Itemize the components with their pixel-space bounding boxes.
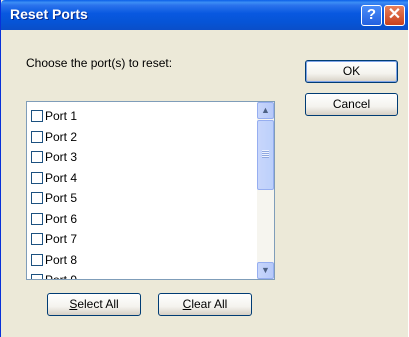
port-label: Port 7: [45, 232, 78, 247]
port-list-item[interactable]: Port 2: [31, 127, 77, 148]
port-checkbox[interactable]: [31, 274, 43, 279]
reset-ports-dialog: Reset Ports ? ✕ Choose the port(s) to re…: [0, 0, 408, 337]
cancel-button[interactable]: Cancel: [305, 93, 398, 116]
clear-all-mnemonic: C: [182, 297, 192, 311]
chevron-up-icon: ▲: [261, 105, 270, 115]
port-list-item[interactable]: Port 7: [31, 229, 77, 250]
scroll-down-button[interactable]: ▼: [257, 262, 274, 279]
port-checkbox[interactable]: [31, 233, 43, 246]
clear-all-label: lear All: [191, 297, 228, 311]
port-checkbox[interactable]: [31, 171, 43, 184]
close-icon: ✕: [387, 6, 402, 23]
port-list-item[interactable]: Port 6: [31, 209, 77, 230]
port-list-item[interactable]: Port 9: [31, 270, 77, 279]
clear-all-button[interactable]: Clear All: [158, 293, 252, 316]
port-list-item[interactable]: Port 4: [31, 168, 77, 189]
port-checkbox[interactable]: [31, 110, 43, 123]
ok-button[interactable]: OK: [305, 60, 398, 83]
grip-icon: [262, 150, 269, 158]
port-list-item[interactable]: Port 5: [31, 188, 77, 209]
scrollbar-thumb[interactable]: [257, 120, 274, 190]
help-icon: ?: [366, 6, 377, 23]
port-label: Port 4: [45, 170, 78, 185]
port-checkbox[interactable]: [31, 192, 43, 205]
prompt-label: Choose the port(s) to reset:: [26, 56, 173, 70]
help-button[interactable]: ?: [361, 5, 382, 26]
port-label: Port 9: [45, 273, 77, 279]
close-button[interactable]: ✕: [384, 5, 405, 26]
scroll-up-button[interactable]: ▲: [257, 102, 274, 119]
port-list-item[interactable]: Port 8: [31, 250, 77, 271]
title-bar[interactable]: Reset Ports ? ✕: [1, 0, 408, 30]
chevron-down-icon: ▼: [261, 265, 270, 275]
port-label: Port 1: [45, 109, 78, 124]
port-listbox[interactable]: Port 1 Port 2 Port 3 Port 4 Port 5 Port 6 Port…: [26, 101, 275, 280]
port-checkbox[interactable]: [31, 130, 43, 143]
port-list: Port 1 Port 2 Port 3 Port 4 Port 5 Port 6 Port…: [31, 106, 77, 279]
port-list-item[interactable]: Port 1: [31, 106, 77, 127]
select-all-label: elect All: [77, 297, 119, 311]
port-label: Port 3: [45, 150, 78, 165]
port-list-item[interactable]: Port 3: [31, 147, 77, 168]
port-checkbox[interactable]: [31, 212, 43, 225]
port-checkbox[interactable]: [31, 253, 43, 266]
port-label: Port 8: [45, 252, 78, 267]
window-title: Reset Ports: [10, 6, 88, 22]
port-label: Port 2: [45, 129, 78, 144]
select-all-button[interactable]: Select All: [47, 293, 141, 316]
port-label: Port 5: [45, 191, 78, 206]
port-checkbox[interactable]: [31, 151, 43, 164]
port-label: Port 6: [45, 211, 78, 226]
vertical-scrollbar[interactable]: ▲ ▼: [257, 102, 274, 279]
